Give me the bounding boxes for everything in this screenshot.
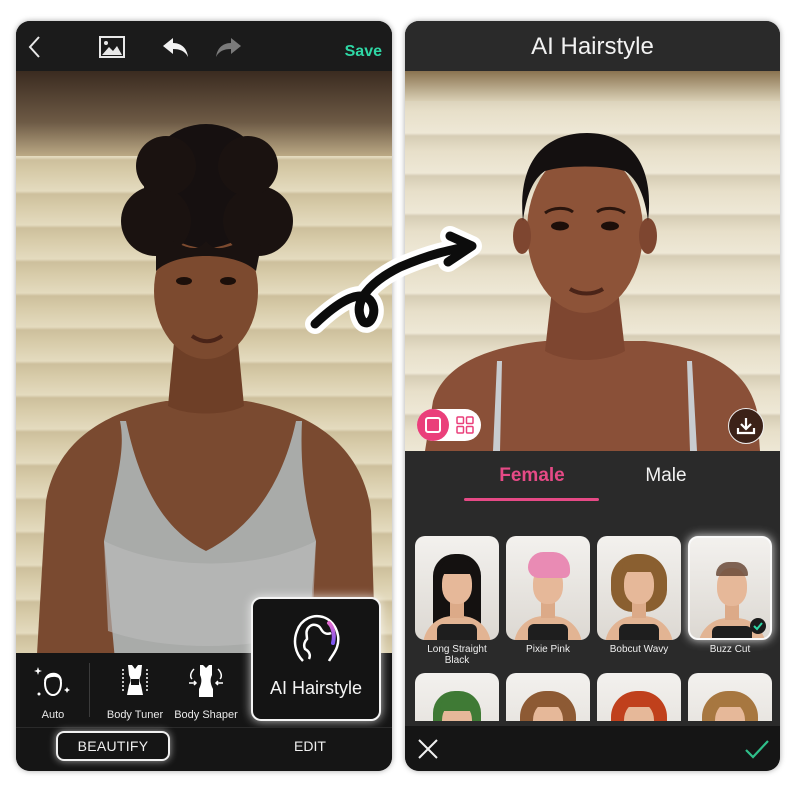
thumbnail-part <box>716 562 748 576</box>
hairstyle-option[interactable]: Pixie Pink <box>506 536 590 655</box>
ai-hairstyle-label: AI Hairstyle <box>269 678 363 698</box>
thumbnail-part <box>437 624 477 640</box>
ai-hairstyle-screen: AI Hairstyle Female Male Long Straight B… <box>405 21 780 771</box>
hairstyle-thumbnail <box>597 536 681 640</box>
face-sparkle-icon <box>34 667 70 697</box>
thumbnail-part <box>712 695 748 707</box>
body-tuner-icon <box>122 665 148 695</box>
redo-icon <box>216 38 241 57</box>
hairstyle-name: Pixie Pink <box>526 644 570 655</box>
grid-view-icon <box>456 416 474 434</box>
chevron-left-icon <box>28 36 40 58</box>
checkmark-icon <box>745 740 769 759</box>
view-mode-toggle <box>417 409 481 441</box>
confirm-button[interactable] <box>744 738 770 760</box>
tool-body-tuner[interactable]: Body Tuner <box>95 661 175 721</box>
tab-female[interactable]: Female <box>465 465 599 487</box>
thumbnail-part <box>440 695 474 711</box>
single-view-icon <box>425 417 441 433</box>
hairstyle-option[interactable] <box>688 673 772 721</box>
cancel-button[interactable] <box>417 738 439 760</box>
editor-screen: Save Auto Body Tuner Body Shaper AI Hair… <box>16 21 392 771</box>
tab-male[interactable]: Male <box>601 465 731 487</box>
selected-check-icon <box>750 618 766 634</box>
action-bar <box>405 726 780 771</box>
hairstyle-grid: Long Straight Black Pixie Pink Bobcut Wavy… <box>405 506 780 721</box>
image-icon <box>99 36 125 58</box>
portrait-original <box>36 124 376 671</box>
thumbnail-part <box>619 624 659 640</box>
hairstyle-head-icon <box>293 614 340 662</box>
undo-button[interactable] <box>161 35 191 59</box>
hairstyle-thumbnail <box>506 536 590 640</box>
thumbnail-part <box>622 558 656 572</box>
tool-auto[interactable]: Auto <box>16 661 93 721</box>
hairstyle-option[interactable]: Bobcut Wavy <box>597 536 681 655</box>
single-view-button[interactable] <box>417 409 449 441</box>
hairstyle-thumbnail <box>688 673 772 721</box>
gallery-button[interactable] <box>98 35 126 59</box>
download-button[interactable] <box>728 408 764 444</box>
thumbnail-part <box>712 626 752 638</box>
close-icon <box>418 739 438 759</box>
gender-tabs: Female Male <box>405 451 780 506</box>
hairstyle-thumbnail <box>597 673 681 721</box>
tool-divider <box>89 663 90 717</box>
back-button[interactable] <box>24 35 44 59</box>
redo-button[interactable] <box>213 35 243 59</box>
thumbnail-part <box>530 695 566 707</box>
body-shaper-icon <box>189 665 223 697</box>
hairstyle-option[interactable] <box>597 673 681 721</box>
tab-beautify[interactable]: BEAUTIFY <box>56 731 170 761</box>
hairstyle-option[interactable]: Buzz Cut <box>688 536 772 655</box>
ai-hairstyle-tool[interactable]: AI Hairstyle <box>251 597 381 721</box>
tab-edit[interactable]: EDIT <box>264 731 356 761</box>
transition-arrow-icon <box>305 226 482 334</box>
mode-tabs: BEAUTIFY EDIT <box>16 727 392 771</box>
hairstyle-thumbnail <box>415 673 499 721</box>
thumbnail-part <box>621 695 657 707</box>
hairstyle-option[interactable] <box>506 673 590 721</box>
tool-body-shaper[interactable]: Body Shaper <box>166 661 246 721</box>
hairstyle-option[interactable]: Long Straight Black <box>415 536 499 666</box>
tool-label: Auto <box>41 709 65 721</box>
hairstyle-name: Bobcut Wavy <box>609 644 669 655</box>
thumbnail-part <box>528 624 568 640</box>
thumbnail-part <box>528 552 570 578</box>
header: AI Hairstyle <box>405 21 780 71</box>
save-button[interactable]: Save <box>345 43 382 61</box>
undo-icon <box>163 38 188 57</box>
thumbnail-part <box>440 558 474 574</box>
page-title: AI Hairstyle <box>531 33 654 60</box>
hairstyle-thumbnail <box>506 673 590 721</box>
hairstyle-name: Long Straight Black <box>427 644 487 666</box>
active-tab-indicator <box>464 498 599 501</box>
hairstyle-option[interactable] <box>415 673 499 721</box>
hairstyle-name: Buzz Cut <box>709 644 751 655</box>
download-icon <box>736 418 756 435</box>
original-photo <box>16 71 392 671</box>
hairstyle-thumbnail <box>688 536 772 640</box>
hairstyle-thumbnail <box>415 536 499 640</box>
tool-label: Body Shaper <box>174 709 238 721</box>
grid-view-button[interactable] <box>453 413 477 437</box>
tool-label: Body Tuner <box>106 709 164 721</box>
wall-shadow <box>405 71 780 101</box>
editor-toolbar: Save <box>16 21 392 71</box>
